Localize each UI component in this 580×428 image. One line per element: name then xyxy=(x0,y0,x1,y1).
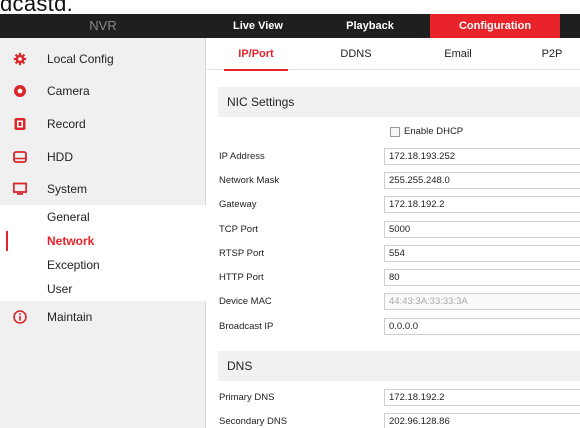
sidebar-subitem-label: Network xyxy=(47,234,95,248)
info-icon xyxy=(13,310,27,324)
top-navigation-bar: NVR Live View Playback Configuration xyxy=(0,14,580,38)
sidebar-subitem-label: Exception xyxy=(47,258,100,272)
gateway-input[interactable] xyxy=(384,196,580,213)
sidebar-item-system[interactable]: System xyxy=(0,174,206,204)
tcp-port-input[interactable] xyxy=(384,221,580,238)
field-label: RTSP Port xyxy=(219,248,265,259)
network-mask-input[interactable] xyxy=(384,172,580,189)
tab-ip-port[interactable]: IP/Port xyxy=(222,38,290,71)
record-icon xyxy=(14,118,26,130)
sidebar-item-local-config[interactable]: Local Config xyxy=(0,44,206,74)
sidebar-subitem-general[interactable]: General xyxy=(0,205,206,229)
field-label: Device MAC xyxy=(219,296,272,307)
section-title: DNS xyxy=(227,359,253,373)
sidebar-item-record[interactable]: Record xyxy=(0,109,206,139)
nic-settings-panel: NIC Settings Enable DHCP IP Address Netw… xyxy=(206,71,580,428)
field-label: TCP Port xyxy=(219,224,258,235)
field-label: Secondary DNS xyxy=(219,416,288,427)
sidebar-item-label: Maintain xyxy=(47,310,93,324)
monitor-icon xyxy=(13,182,27,195)
dns-header: DNS xyxy=(218,351,580,381)
sidebar-subitem-network[interactable]: Network xyxy=(0,229,206,253)
sidebar-item-label: System xyxy=(47,182,88,196)
sidebar: Local Config Camera Record HDD System Ge… xyxy=(0,38,206,428)
field-label: HTTP Port xyxy=(219,272,264,283)
http-port-input[interactable] xyxy=(384,269,580,286)
camera-icon xyxy=(14,85,26,97)
brand-label: NVR xyxy=(89,18,117,33)
sidebar-item-label: Local Config xyxy=(47,52,114,66)
sidebar-item-label: Camera xyxy=(47,84,90,98)
field-label: IP Address xyxy=(219,151,265,162)
primary-dns-input[interactable] xyxy=(384,389,580,406)
system-submenu: General Network Exception User xyxy=(0,205,206,301)
broadcast-ip-input[interactable] xyxy=(384,318,580,335)
section-title: NIC Settings xyxy=(227,95,295,109)
rtsp-port-input[interactable] xyxy=(384,245,580,262)
secondary-dns-input[interactable] xyxy=(384,413,580,428)
nic-settings-header: NIC Settings xyxy=(218,87,580,117)
sidebar-subitem-label: General xyxy=(47,210,90,224)
ip-address-input[interactable] xyxy=(384,148,580,165)
sidebar-item-label: HDD xyxy=(47,150,73,164)
tab-live-view[interactable]: Live View xyxy=(206,14,310,38)
tab-p2p[interactable]: P2P xyxy=(530,38,574,70)
sidebar-item-hdd[interactable]: HDD xyxy=(0,142,206,172)
sidebar-item-label: Record xyxy=(47,117,86,131)
sidebar-item-maintain[interactable]: Maintain xyxy=(0,302,206,332)
sidebar-subitem-user[interactable]: User xyxy=(0,277,206,301)
field-label: Broadcast IP xyxy=(219,321,274,332)
tab-playback[interactable]: Playback xyxy=(310,14,430,38)
device-mac-input xyxy=(384,293,580,310)
tab-ddns[interactable]: DDNS xyxy=(326,38,386,70)
network-subtabs: IP/Port DDNS Email P2P xyxy=(206,38,580,71)
enable-dhcp-checkbox[interactable] xyxy=(390,127,400,137)
tab-email[interactable]: Email xyxy=(428,38,488,70)
gear-icon xyxy=(13,52,27,66)
enable-dhcp-label: Enable DHCP xyxy=(404,126,464,137)
hdd-icon xyxy=(13,151,27,163)
sidebar-subitem-label: User xyxy=(47,282,73,296)
field-label: Primary DNS xyxy=(219,392,275,403)
field-label: Gateway xyxy=(219,199,257,210)
sidebar-item-camera[interactable]: Camera xyxy=(0,76,206,106)
field-label: Network Mask xyxy=(219,175,280,186)
sidebar-subitem-exception[interactable]: Exception xyxy=(0,253,206,277)
tab-configuration[interactable]: Configuration xyxy=(430,14,560,38)
